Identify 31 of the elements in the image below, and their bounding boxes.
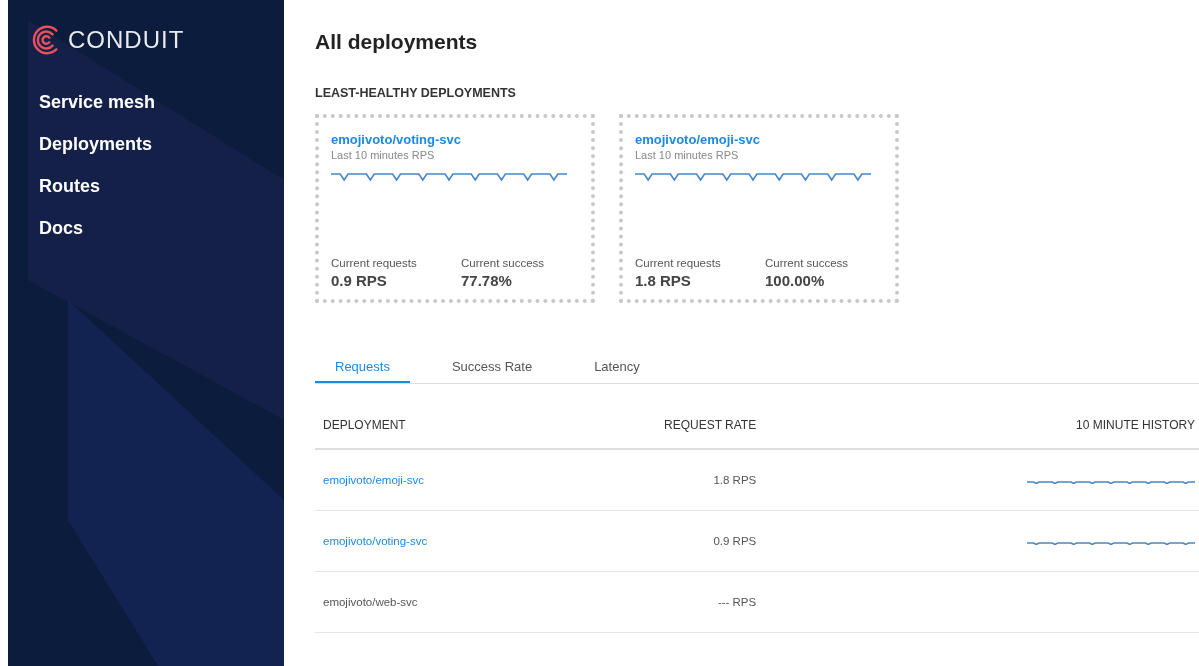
nav-link[interactable]: Service mesh [39, 90, 156, 115]
column-header: 10 MINUTE HISTORY [1076, 418, 1195, 432]
stat-value: 1.8 RPS [635, 272, 692, 289]
tab[interactable]: Requests [315, 353, 410, 383]
deployment-link[interactable]: emojivoto/emoji-svc [323, 474, 424, 486]
deployment-link[interactable]: emojivoto/voting-svc [323, 535, 428, 547]
stat-label: Current requests [635, 257, 722, 269]
stat-label: Current success [461, 257, 546, 269]
request-rate: 1.8 RPS [713, 474, 757, 486]
nav-link[interactable]: Docs [39, 216, 83, 241]
card-subtitle: Last 10 minutes RPS [331, 149, 435, 161]
column-header: DEPLOYMENT [323, 418, 406, 432]
deployment-link[interactable]: emojivoto/emoji-svc [635, 132, 760, 147]
stat-value: 100.00% [765, 272, 826, 289]
nav-link[interactable]: Routes [39, 174, 100, 199]
stat-value: 77.78% [461, 272, 513, 289]
tab[interactable]: Success Rate [431, 353, 553, 383]
deployment-name: emojivoto/web-svc [323, 596, 418, 608]
nav-link[interactable]: Deployments [39, 132, 153, 157]
tab[interactable]: Latency [574, 353, 660, 383]
deployment-link[interactable]: emojivoto/voting-svc [331, 132, 462, 147]
page-title: All deployments [315, 30, 479, 54]
request-rate: --- RPS [717, 596, 757, 608]
section-heading: LEAST-HEALTHY DEPLOYMENTS [315, 86, 517, 100]
logo-text: CONDUIT [68, 26, 185, 54]
stat-label: Current success [765, 257, 850, 269]
stat-label: Current requests [331, 257, 418, 269]
request-rate: 0.9 RPS [713, 535, 757, 547]
column-header: REQUEST RATE [663, 418, 757, 432]
stat-value: 0.9 RPS [331, 272, 388, 289]
card-subtitle: Last 10 minutes RPS [635, 149, 739, 161]
